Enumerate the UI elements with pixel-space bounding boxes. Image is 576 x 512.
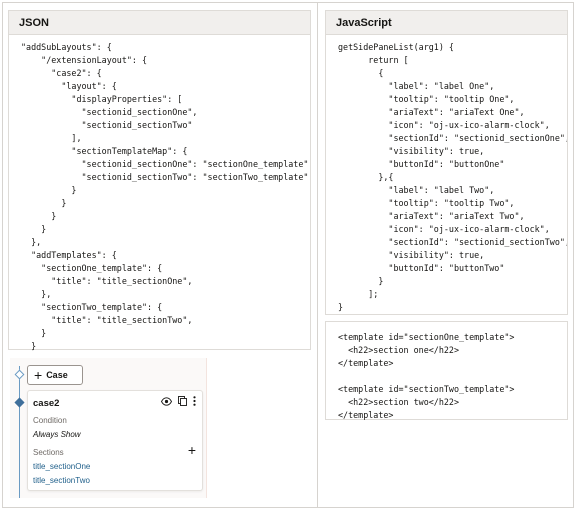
javascript-code: getSidePaneList(arg1) { return [ { "labe… xyxy=(338,42,567,312)
column-divider xyxy=(317,2,318,508)
json-panel-title: JSON xyxy=(9,11,310,35)
json-code: "addSubLayouts": { "/extensionLayout": {… xyxy=(21,42,310,351)
flow-connector xyxy=(19,366,20,498)
case-card[interactable]: case2 Condition Always Show Sections + t… xyxy=(27,390,203,491)
condition-value: Always Show xyxy=(33,430,81,439)
javascript-panel: JavaScript getSidePaneList(arg1) { retur… xyxy=(325,10,568,315)
eye-icon[interactable] xyxy=(161,396,172,406)
template-panel: <template id="sectionOne_template"> <h22… xyxy=(325,321,568,420)
json-panel: JSON "addSubLayouts": { "/extensionLayou… xyxy=(8,10,311,351)
add-case-label: Case xyxy=(46,370,68,380)
case-editor: + Case case2 Condition Always Show Secti… xyxy=(10,358,207,498)
section-link-one[interactable]: title_sectionOne xyxy=(33,462,90,471)
connector-node-active-icon xyxy=(14,397,25,408)
javascript-panel-title: JavaScript xyxy=(326,11,567,35)
case-name: case2 xyxy=(33,398,60,409)
connector-node-icon xyxy=(14,369,25,380)
add-section-plus-icon[interactable]: + xyxy=(188,443,196,457)
copy-icon[interactable] xyxy=(178,396,187,406)
add-case-button[interactable]: + Case xyxy=(27,365,83,385)
template-code: <template id="sectionOne_template"> <h22… xyxy=(338,332,515,420)
more-vertical-icon[interactable] xyxy=(193,396,196,406)
condition-label: Condition xyxy=(33,416,67,425)
sections-label: Sections xyxy=(33,448,64,457)
case-card-actions xyxy=(161,396,196,406)
section-link-two[interactable]: title_sectionTwo xyxy=(33,476,90,485)
plus-icon: + xyxy=(34,367,43,383)
